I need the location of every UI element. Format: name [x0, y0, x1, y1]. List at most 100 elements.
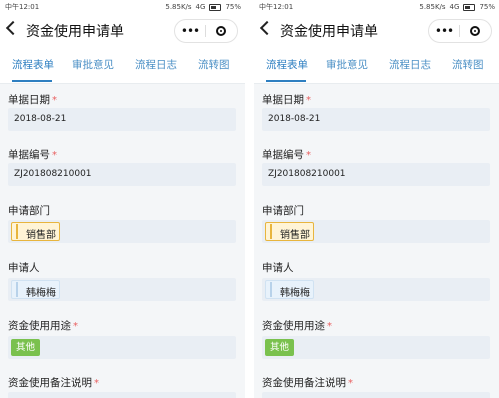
- tab-log[interactable]: 流程日志: [135, 57, 177, 72]
- battery-level: 75%: [225, 3, 241, 11]
- phone-screen-right: 中午12:01 5.85K/s 4G 75% 资金使用申请单 ••• 流程表单 …: [254, 0, 499, 398]
- phone-screen-left: 中午12:01 5.85K/s 4G 75% 资金使用申请单 ••• 流程表单 …: [0, 0, 245, 398]
- date-field[interactable]: 2018-08-21: [8, 108, 236, 131]
- date-label-text: 单据日期: [262, 94, 304, 106]
- remark-label: 资金使用备注说明 *: [8, 375, 99, 390]
- battery-icon: [463, 3, 476, 11]
- number-field[interactable]: ZJ201808210001: [262, 163, 490, 186]
- back-arrow-icon[interactable]: [5, 20, 21, 36]
- remark-label: 资金使用备注说明 *: [262, 375, 353, 390]
- dept-tag: 销售部: [11, 222, 60, 241]
- required-mark: *: [94, 378, 99, 389]
- applicant-label: 申请人: [8, 262, 40, 274]
- status-bar: 中午12:01 5.85K/s 4G 75%: [254, 0, 499, 14]
- applicant-label: 申请人: [262, 262, 294, 274]
- number-value: ZJ201808210001: [14, 169, 92, 179]
- nav-bar: 资金使用申请单 •••: [0, 14, 245, 48]
- tab-flowchart[interactable]: 流转图: [198, 57, 230, 72]
- more-menu-icon[interactable]: •••: [429, 20, 459, 42]
- status-right: 5.85K/s 4G 75%: [419, 0, 495, 14]
- status-bar: 中午12:01 5.85K/s 4G 75%: [0, 0, 245, 14]
- dept-field[interactable]: 销售部: [262, 220, 490, 243]
- purpose-label-text: 资金使用用途: [262, 320, 325, 332]
- applicant-tag: 韩梅梅: [265, 280, 314, 299]
- mini-program-capsule: •••: [428, 19, 492, 43]
- applicant-field[interactable]: 韩梅梅: [262, 278, 490, 301]
- screenshot: 中午12:01 5.85K/s 4G 75% 资金使用申请单 ••• 流程表单 …: [0, 0, 499, 398]
- more-menu-icon[interactable]: •••: [175, 20, 205, 42]
- nav-bar: 资金使用申请单 •••: [254, 14, 499, 48]
- network-type: 4G: [195, 3, 206, 11]
- tag-bar: [16, 282, 18, 297]
- battery-icon: [209, 3, 222, 11]
- purpose-label: 资金使用用途 *: [262, 318, 332, 333]
- battery-level: 75%: [479, 3, 495, 11]
- applicant-value: 韩梅梅: [280, 288, 310, 299]
- mini-program-capsule: •••: [174, 19, 238, 43]
- tab-bar: 流程表单 审批意见 流程日志 流转图: [0, 48, 245, 84]
- page-title: 资金使用申请单: [280, 24, 378, 40]
- dept-field[interactable]: 销售部: [8, 220, 236, 243]
- required-mark: *: [348, 378, 353, 389]
- date-label: 单据日期 *: [8, 92, 57, 107]
- applicant-value: 韩梅梅: [26, 288, 56, 299]
- tag-bar: [270, 224, 272, 239]
- purpose-field[interactable]: 其他: [262, 336, 490, 359]
- applicant-field[interactable]: 韩梅梅: [8, 278, 236, 301]
- close-capsule-button[interactable]: [460, 26, 490, 36]
- date-field[interactable]: 2018-08-21: [262, 108, 490, 131]
- purpose-tag: 其他: [11, 339, 41, 356]
- tab-form[interactable]: 流程表单: [266, 57, 308, 72]
- applicant-tag: 韩梅梅: [11, 280, 60, 299]
- date-value: 2018-08-21: [268, 114, 321, 124]
- network-speed: 5.85K/s: [165, 3, 192, 11]
- close-capsule-button[interactable]: [206, 26, 236, 36]
- purpose-field[interactable]: 其他: [8, 336, 236, 359]
- active-tab-indicator: [266, 80, 306, 82]
- required-mark: *: [73, 321, 78, 332]
- tab-form[interactable]: 流程表单: [12, 57, 54, 72]
- date-label: 单据日期 *: [262, 92, 311, 107]
- network-speed: 5.85K/s: [419, 3, 446, 11]
- panel-gap: [245, 0, 254, 398]
- home-target-icon: [470, 26, 480, 36]
- network-type: 4G: [449, 3, 460, 11]
- page-title: 资金使用申请单: [26, 24, 124, 40]
- number-field[interactable]: ZJ201808210001: [8, 163, 236, 186]
- remark-label-text: 资金使用备注说明: [8, 377, 92, 389]
- remark-label-text: 资金使用备注说明: [262, 377, 346, 389]
- tab-bar: 流程表单 审批意见 流程日志 流转图: [254, 48, 499, 84]
- purpose-label-text: 资金使用用途: [8, 320, 71, 332]
- purpose-label: 资金使用用途 *: [8, 318, 78, 333]
- required-mark: *: [327, 321, 332, 332]
- tab-log[interactable]: 流程日志: [389, 57, 431, 72]
- status-time: 中午12:01: [5, 3, 40, 11]
- tag-bar: [16, 224, 18, 239]
- dept-value: 销售部: [26, 230, 56, 241]
- date-value: 2018-08-21: [14, 114, 67, 124]
- required-mark: *: [306, 95, 311, 106]
- purpose-tag: 其他: [265, 339, 295, 356]
- date-label-text: 单据日期: [8, 94, 50, 106]
- number-label: 单据编号 *: [262, 147, 311, 162]
- remark-field[interactable]: [262, 392, 490, 398]
- tab-opinions[interactable]: 审批意见: [326, 57, 368, 72]
- number-label: 单据编号 *: [8, 147, 57, 162]
- status-right: 5.85K/s 4G 75%: [165, 0, 241, 14]
- back-arrow-icon[interactable]: [259, 20, 275, 36]
- required-mark: *: [52, 150, 57, 161]
- dept-label: 申请部门: [262, 205, 304, 217]
- remark-field[interactable]: [8, 392, 236, 398]
- number-label-text: 单据编号: [262, 149, 304, 161]
- required-mark: *: [52, 95, 57, 106]
- number-value: ZJ201808210001: [268, 169, 346, 179]
- home-target-icon: [216, 26, 226, 36]
- tag-bar: [270, 282, 272, 297]
- dept-value: 销售部: [280, 230, 310, 241]
- active-tab-indicator: [12, 80, 52, 82]
- tab-flowchart[interactable]: 流转图: [452, 57, 484, 72]
- required-mark: *: [306, 150, 311, 161]
- tab-opinions[interactable]: 审批意见: [72, 57, 114, 72]
- status-time: 中午12:01: [259, 3, 294, 11]
- dept-label: 申请部门: [8, 205, 50, 217]
